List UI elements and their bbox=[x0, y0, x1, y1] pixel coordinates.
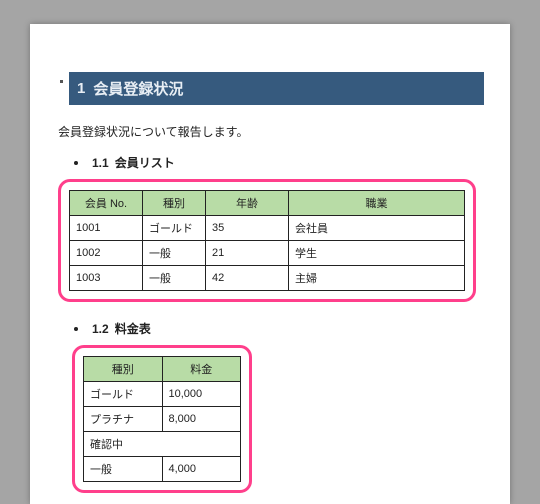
heading-row: 1 会員登録状況 bbox=[56, 72, 484, 105]
heading-1: 1 会員登録状況 bbox=[69, 72, 484, 105]
intro-text: 会員登録状況について報告します。 bbox=[58, 123, 484, 140]
cell: 21 bbox=[206, 241, 289, 266]
table-header-row: 種別 料金 bbox=[84, 357, 241, 382]
table-row: ゴールド 10,000 bbox=[84, 382, 241, 407]
cell: 一般 bbox=[143, 241, 206, 266]
bullet-icon bbox=[60, 80, 63, 83]
merged-cell: 確認中 bbox=[84, 432, 241, 457]
table-header-row: 会員 No. 種別 年齢 職業 bbox=[70, 191, 465, 216]
cell: 10,000 bbox=[162, 382, 241, 407]
cell: 主婦 bbox=[289, 266, 465, 291]
section-number: 1.1 bbox=[92, 156, 109, 170]
col-header: 料金 bbox=[162, 357, 241, 382]
cell: 学生 bbox=[289, 241, 465, 266]
cell: 35 bbox=[206, 216, 289, 241]
bullet-icon bbox=[74, 161, 78, 165]
col-header: 年齢 bbox=[206, 191, 289, 216]
table-row: 一般 4,000 bbox=[84, 457, 241, 482]
table-row: プラチナ 8,000 bbox=[84, 407, 241, 432]
col-header: 種別 bbox=[84, 357, 163, 382]
cell: 4,000 bbox=[162, 457, 241, 482]
heading-title: 会員登録状況 bbox=[93, 78, 183, 99]
member-list-table: 会員 No. 種別 年齢 職業 1001 ゴールド 35 会社員 1002 一般… bbox=[69, 190, 465, 291]
section-1-2-row: 1.2 料金表 bbox=[74, 320, 484, 337]
document-page: 1 会員登録状況 会員登録状況について報告します。 1.1 会員リスト 会員 N… bbox=[30, 24, 510, 504]
cell: ゴールド bbox=[143, 216, 206, 241]
table-row: 1001 ゴールド 35 会社員 bbox=[70, 216, 465, 241]
cell: 会社員 bbox=[289, 216, 465, 241]
cell: 8,000 bbox=[162, 407, 241, 432]
cell: ゴールド bbox=[84, 382, 163, 407]
section-title: 料金表 bbox=[115, 320, 151, 337]
highlight-box-1: 会員 No. 種別 年齢 職業 1001 ゴールド 35 会社員 1002 一般… bbox=[58, 179, 476, 302]
section-number: 1.2 bbox=[92, 322, 109, 336]
col-header: 職業 bbox=[289, 191, 465, 216]
table-row: 1003 一般 42 主婦 bbox=[70, 266, 465, 291]
heading-number: 1 bbox=[77, 80, 85, 97]
table-row: 確認中 bbox=[84, 432, 241, 457]
cell: 一般 bbox=[84, 457, 163, 482]
cell: 一般 bbox=[143, 266, 206, 291]
editor-viewport: 1 会員登録状況 会員登録状況について報告します。 1.1 会員リスト 会員 N… bbox=[0, 0, 540, 504]
col-header: 会員 No. bbox=[70, 191, 143, 216]
cell: 1003 bbox=[70, 266, 143, 291]
highlight-box-2: 種別 料金 ゴールド 10,000 プラチナ 8,000 確認中 一般 4,00… bbox=[72, 345, 252, 493]
section-title: 会員リスト bbox=[115, 154, 175, 171]
price-table: 種別 料金 ゴールド 10,000 プラチナ 8,000 確認中 一般 4,00… bbox=[83, 356, 241, 482]
table-row: 1002 一般 21 学生 bbox=[70, 241, 465, 266]
cell: プラチナ bbox=[84, 407, 163, 432]
cell: 1001 bbox=[70, 216, 143, 241]
bullet-icon bbox=[74, 327, 78, 331]
cell: 1002 bbox=[70, 241, 143, 266]
section-1-1-row: 1.1 会員リスト bbox=[74, 154, 484, 171]
cell: 42 bbox=[206, 266, 289, 291]
col-header: 種別 bbox=[143, 191, 206, 216]
